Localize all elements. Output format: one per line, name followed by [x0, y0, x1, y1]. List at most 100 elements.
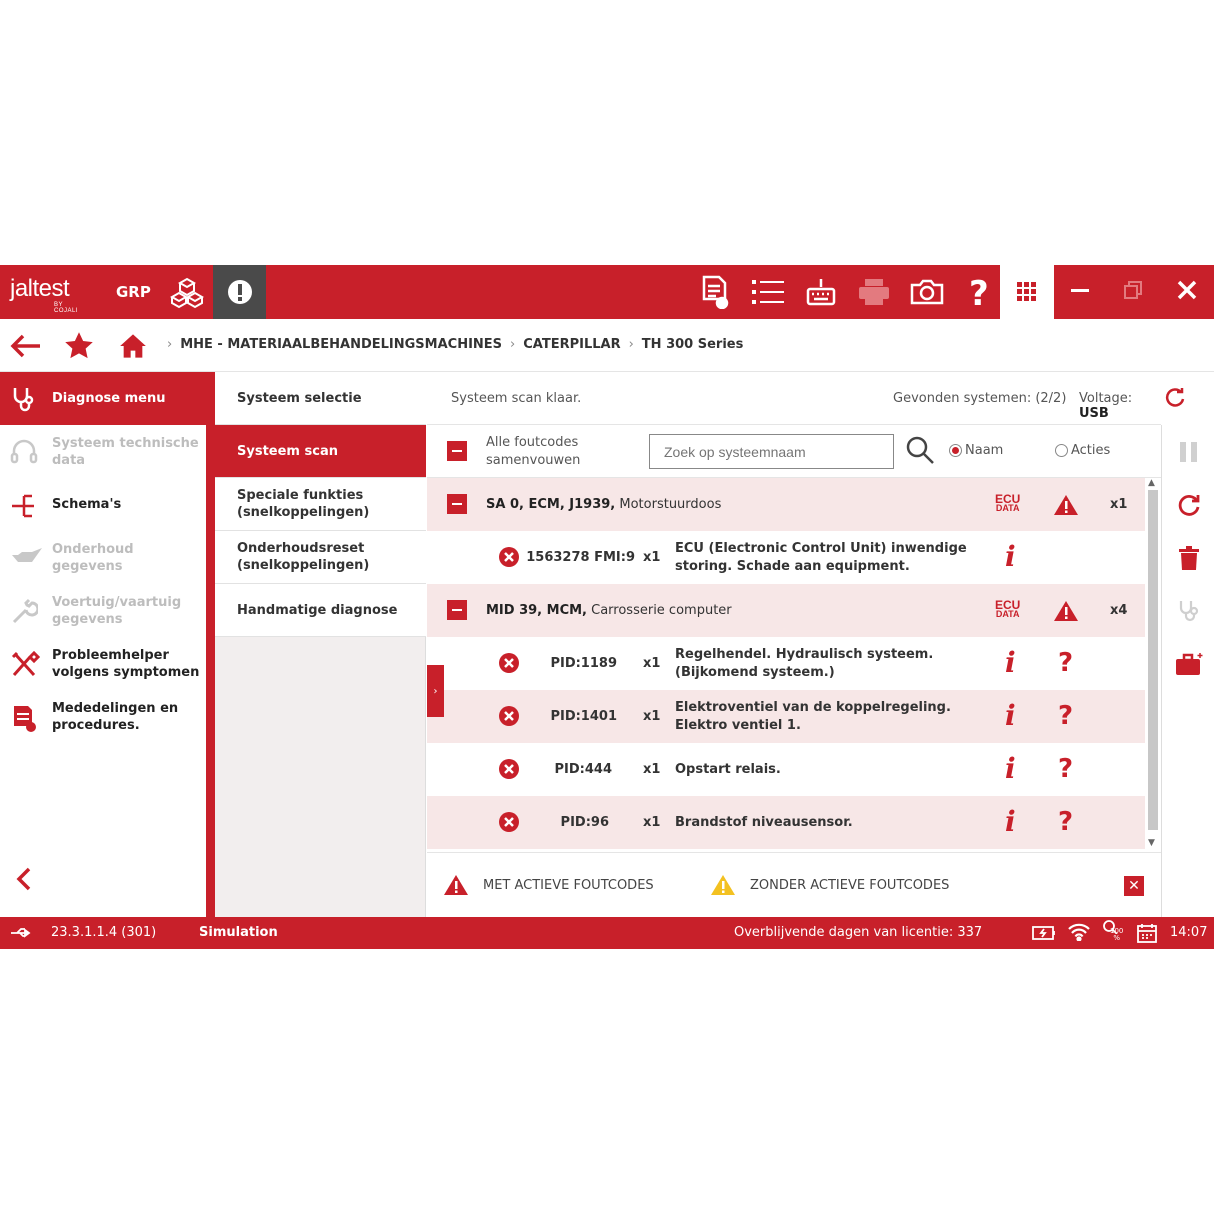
wrench-icon	[10, 598, 40, 631]
top-toolbar: ?	[688, 265, 1006, 319]
info-icon[interactable]: i	[1005, 702, 1016, 730]
scroll-down-icon[interactable]: ▼	[1148, 838, 1155, 848]
breadcrumb-item-model[interactable]: TH 300 Series	[642, 337, 744, 352]
sidebar-item-schemas[interactable]: Schema's	[0, 478, 206, 531]
favorites-star-icon[interactable]	[62, 329, 96, 363]
info-icon[interactable]: i	[1005, 649, 1016, 677]
menu-item-manual-diagnosis[interactable]: Handmatige diagnose	[215, 584, 426, 637]
collapse-all-button[interactable]	[447, 441, 467, 461]
cubes-icon[interactable]	[169, 277, 205, 313]
info-icon[interactable]: i	[1005, 755, 1016, 783]
menu-item-maintenance-reset[interactable]: Onderhoudsreset (snelkoppelingen)	[215, 531, 426, 584]
minimize-icon[interactable]	[1071, 281, 1090, 303]
status-bar: 23.3.1.1.4 (301) Simulation Overblijvend…	[0, 917, 1214, 949]
ecu-data-line2: DATA	[995, 609, 1020, 619]
fault-code-row[interactable]: PID:1189 x1 Regelhendel. Hydraulisch sys…	[427, 637, 1145, 690]
scrollbar-thumb[interactable]	[1148, 490, 1158, 830]
help-icon[interactable]: ?	[953, 265, 1006, 319]
system-row[interactable]: SA 0, ECM, J1939, Motorstuurdoos ECU DATA…	[427, 478, 1145, 531]
calendar-icon[interactable]	[1137, 923, 1157, 947]
delete-codes-icon[interactable]	[1162, 531, 1214, 584]
breadcrumb-item-category[interactable]: MHE - MATERIAALBEHANDELINGSMACHINES	[180, 337, 502, 352]
navigation-bar: › MHE - MATERIAALBEHANDELINGSMACHINES › …	[0, 319, 1214, 372]
fault-code: PID:1189	[550, 656, 617, 671]
sidebar-item-label: Mededelingen en procedures.	[52, 700, 179, 733]
radio-name[interactable]: Naam	[949, 443, 1003, 458]
search-icon[interactable]	[905, 435, 935, 469]
menu-item-system-scan[interactable]: Systeem scan	[215, 425, 426, 478]
fault-description: Elektroventiel van de koppelregeling. El…	[675, 700, 951, 733]
report-icon[interactable]	[688, 265, 741, 319]
sidebar-header[interactable]: Diagnose menu	[0, 372, 206, 425]
ecu-data-icon[interactable]: ECU DATA	[995, 599, 1020, 619]
fault-code-row[interactable]: PID:1401 x1 Elektroventiel van de koppel…	[427, 690, 1145, 743]
sidebar-item-procedures[interactable]: Mededelingen en procedures.	[0, 690, 206, 743]
zoom-indicator[interactable]: 100 %	[1102, 920, 1123, 942]
radio-name-dot[interactable]	[949, 444, 962, 457]
expand-panel-tab[interactable]: ›	[427, 665, 444, 717]
scan-status-bar: Systeem scan klaar. Gevonden systemen: (…	[427, 372, 1185, 425]
collapse-system-button[interactable]	[447, 600, 467, 620]
question-icon[interactable]: ?	[1058, 649, 1073, 677]
sidebar-item-technical-data: Systeem technische data	[0, 425, 206, 478]
document-icon	[10, 704, 38, 737]
radio-actions[interactable]: Acties	[1055, 443, 1110, 458]
toolbox-icon[interactable]	[1162, 637, 1214, 690]
question-icon[interactable]: ?	[1058, 702, 1073, 730]
fault-code-row[interactable]: PID:96 x1 Brandstof niveausensor. i ?	[427, 796, 1145, 849]
question-icon[interactable]: ?	[1058, 808, 1073, 836]
menu-item-special-functions[interactable]: Speciale funkties (snelkoppelingen)	[215, 478, 426, 531]
close-icon[interactable]	[1177, 280, 1197, 304]
system-name: SA 0, ECM, J1939, Motorstuurdoos	[486, 497, 721, 512]
close-legend-icon[interactable]: ✕	[1124, 876, 1144, 896]
fault-code: PID:444	[554, 762, 613, 777]
apps-grid-icon[interactable]	[1000, 265, 1054, 319]
sidebar-item-label: Probleemhelper volgens symptomen	[52, 647, 200, 680]
list-scrollbar[interactable]: ▲ ▼	[1145, 478, 1161, 852]
breadcrumb-separator: ›	[628, 337, 634, 352]
top-bar-red: jaltest BY COJALI GRP ?	[0, 265, 1000, 319]
breadcrumb-separator: ›	[510, 337, 516, 352]
camera-icon[interactable]	[900, 265, 953, 319]
breadcrumb-item-brand[interactable]: CATERPILLAR	[523, 337, 620, 352]
system-id: MID 39, MCM,	[486, 603, 587, 618]
keyboard-icon[interactable]	[794, 265, 847, 319]
refresh-icon[interactable]	[1165, 388, 1185, 412]
right-action-rail	[1161, 425, 1214, 917]
back-arrow-icon[interactable]	[9, 329, 43, 363]
fault-code-row[interactable]: PID:444 x1 Opstart relais. i ?	[427, 743, 1145, 796]
info-icon[interactable]: i	[1005, 808, 1016, 836]
sidebar-collapse-chevron-icon[interactable]	[14, 866, 34, 896]
home-icon[interactable]	[116, 329, 150, 363]
sidebar-item-troubleshooter[interactable]: Probleemhelper volgens symptomen	[0, 637, 206, 690]
info-icon[interactable]: i	[1005, 543, 1016, 571]
collapse-system-button[interactable]	[447, 494, 467, 514]
fault-description: ECU (Electronic Control Unit) inwendige …	[675, 541, 967, 574]
license-days: Overblijvende dagen van licentie: 337	[734, 925, 983, 940]
system-search-input[interactable]	[649, 434, 894, 469]
rescan-icon[interactable]	[1162, 478, 1214, 531]
fault-code: PID:1401	[550, 709, 617, 724]
question-icon[interactable]: ?	[1058, 755, 1073, 783]
fault-multiplier: x1	[643, 656, 661, 671]
radio-actions-dot[interactable]	[1055, 444, 1068, 457]
scan-status-text: Systeem scan klaar.	[451, 391, 582, 406]
printer-icon	[847, 265, 900, 319]
logo-text: jaltest	[10, 275, 70, 302]
warning-red-icon	[444, 875, 468, 895]
alert-button[interactable]	[213, 265, 266, 319]
list-icon[interactable]	[741, 265, 794, 319]
menu-item-system-selection[interactable]: Systeem selectie	[215, 372, 426, 425]
fault-code-row[interactable]: 1563278 FMI:9 x1 ECU (Electronic Control…	[427, 531, 1145, 584]
fault-count: x1	[1110, 497, 1128, 512]
system-row[interactable]: MID 39, MCM, Carrosserie computer ECU DAT…	[427, 584, 1145, 637]
fault-multiplier: x1	[643, 815, 661, 830]
breadcrumb-separator: ›	[167, 337, 173, 352]
top-bar: jaltest BY COJALI GRP ?	[0, 265, 1214, 319]
scroll-up-icon[interactable]: ▲	[1148, 478, 1155, 488]
jaltest-logo: jaltest BY COJALI	[10, 275, 78, 314]
diagnose-submenu: Systeem selectie Systeem scan Speciale f…	[215, 372, 426, 917]
sidebar-item-label: Systeem technische data	[52, 435, 199, 468]
ecu-data-icon[interactable]: ECU DATA	[995, 493, 1020, 513]
zoom-level: 100 %	[1110, 927, 1124, 942]
